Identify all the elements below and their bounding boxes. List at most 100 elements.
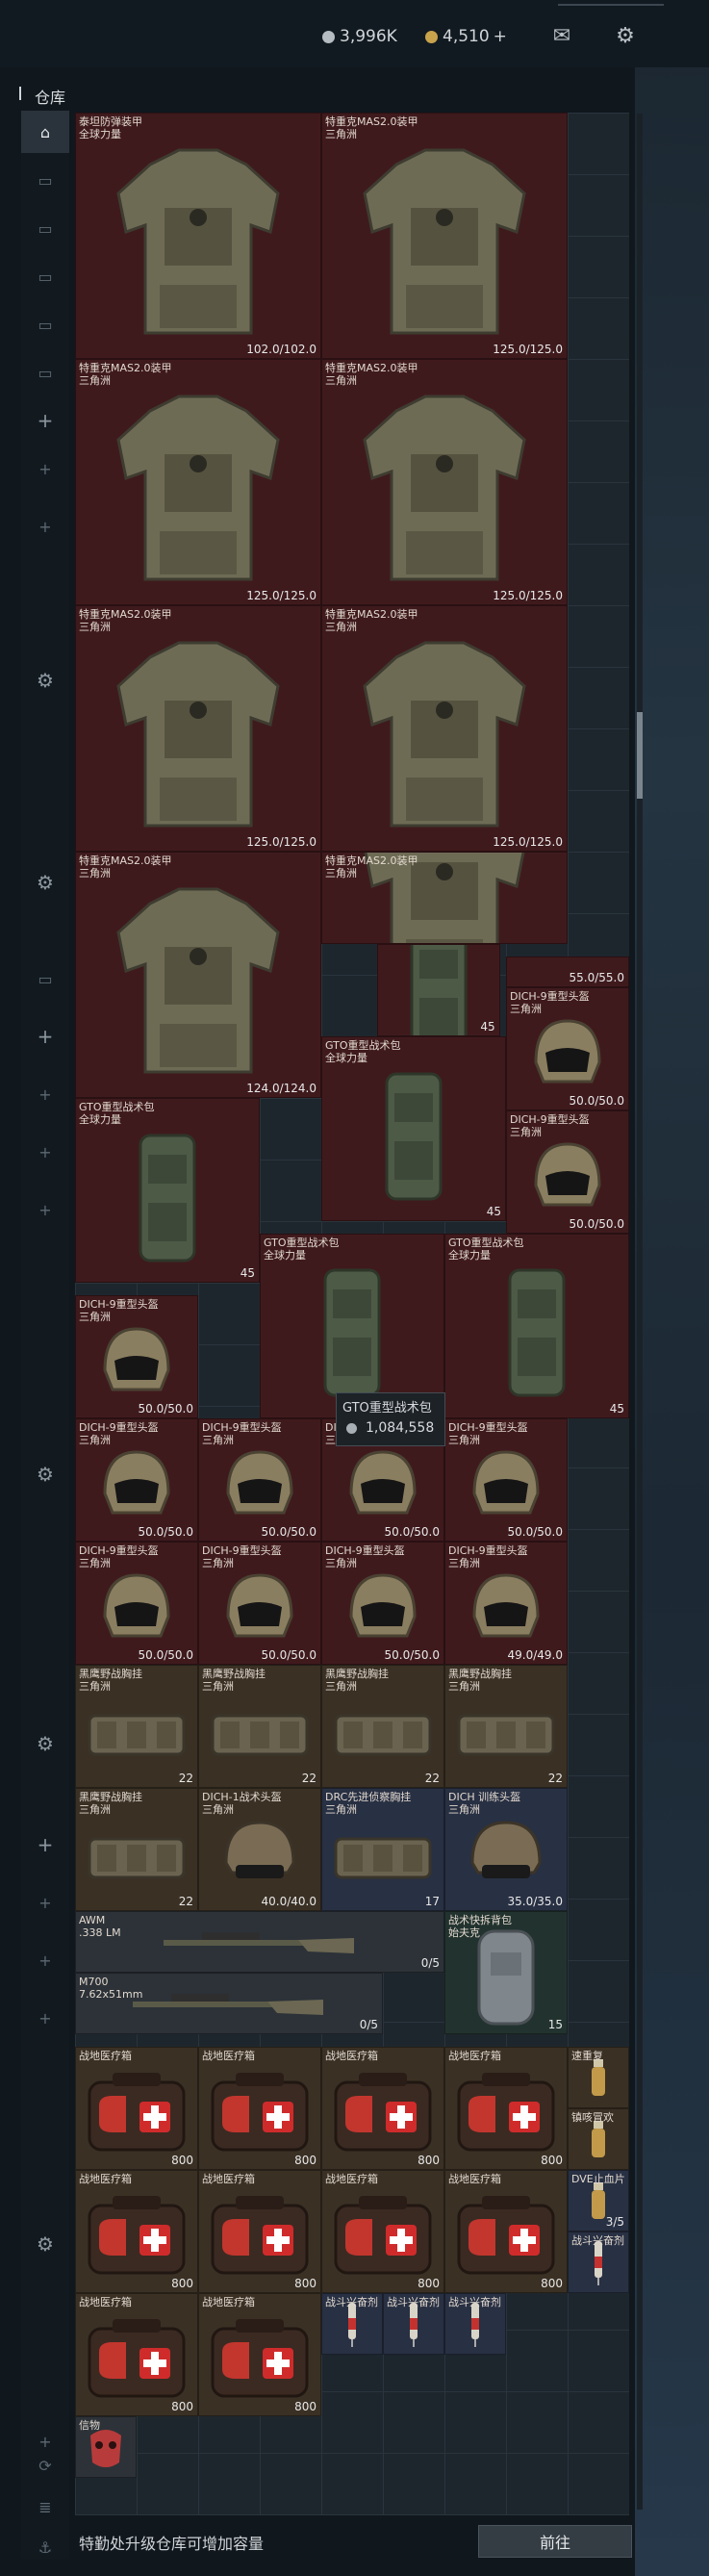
inventory-item[interactable]: DICH-9重型头盔 三角洲 50.0/50.0: [75, 1294, 198, 1418]
add-gold-button[interactable]: +: [494, 27, 507, 46]
tab-settings-icon[interactable]: ⚙: [21, 659, 69, 701]
item-name: 特重克MAS2.0装甲 三角洲: [79, 362, 172, 387]
item-name: 战地医疗箱: [79, 2172, 132, 2185]
item-value: 17: [424, 1894, 440, 1908]
sidebar-slot[interactable]: +: [21, 447, 69, 490]
item-value: 45: [486, 1205, 501, 1218]
inventory-item[interactable]: 黑鹰野战胸挂 三角洲 22: [444, 1664, 568, 1788]
inventory-item[interactable]: 黑鹰野战胸挂 三角洲 22: [75, 1664, 198, 1788]
inventory-item[interactable]: 特重克MAS2.0装甲 三角洲: [321, 852, 568, 944]
inventory-item[interactable]: GTO重型战术包 全球力量 45: [444, 1233, 629, 1418]
gear-icon[interactable]: ⚙: [612, 23, 639, 48]
inventory-item[interactable]: 战地医疗箱 800: [75, 2169, 198, 2293]
inventory-item[interactable]: GTO重型战术包 全球力量: [260, 1233, 444, 1418]
top-divider: [558, 4, 664, 6]
add-tab-button[interactable]: +: [21, 399, 69, 442]
inventory-item[interactable]: 战地医疗箱 800: [198, 2292, 321, 2416]
inventory-item[interactable]: 战地医疗箱 800: [75, 2046, 198, 2170]
item-value: 125.0/125.0: [493, 589, 563, 602]
item-name: 镇咳冒欢: [571, 2110, 614, 2124]
inventory-item[interactable]: DICH 训练头盔 三角洲 35.0/35.0: [444, 1787, 568, 1911]
inventory-item[interactable]: 战斗兴奋剂: [444, 2292, 506, 2355]
tab-settings-icon[interactable]: ⚙: [21, 861, 69, 904]
sidebar-slot[interactable]: +: [21, 1073, 69, 1115]
sidebar-tab-armor[interactable]: ▭: [21, 207, 69, 249]
inventory-item[interactable]: 战地医疗箱 800: [321, 2169, 444, 2293]
inventory-item[interactable]: DICH-9重型头盔 三角洲 50.0/50.0: [75, 1541, 198, 1665]
inventory-item[interactable]: DVE止血片 3/5: [568, 2169, 629, 2232]
inventory-item[interactable]: 镇咳冒欢: [568, 2107, 629, 2170]
item-name: DICH-9重型头盔 三角洲: [448, 1420, 528, 1446]
scrollbar[interactable]: [637, 114, 643, 2510]
sidebar-tab-all[interactable]: ⌂: [21, 111, 69, 153]
inventory-item[interactable]: DICH-9重型头盔 三角洲 50.0/50.0: [506, 986, 629, 1110]
inventory-item[interactable]: 泰坦防弹装甲 全球力量 102.0/102.0: [75, 113, 321, 359]
inventory-item[interactable]: 战地医疗箱 800: [444, 2046, 568, 2170]
add-tab-button[interactable]: +: [21, 1824, 69, 1866]
inventory-item[interactable]: DRC先进侦察胸挂 三角洲 17: [321, 1787, 444, 1911]
sidebar-slot[interactable]: +: [21, 1997, 69, 2039]
layers-icon[interactable]: ≣: [21, 2486, 69, 2528]
inventory-item[interactable]: 战地医疗箱 800: [75, 2292, 198, 2416]
inventory-item[interactable]: DICH-9重型头盔 三角洲 50.0/50.0: [198, 1541, 321, 1665]
anchor-icon[interactable]: ⚓: [21, 2526, 69, 2568]
inventory-item[interactable]: 战斗兴奋剂: [568, 2231, 629, 2293]
gold-currency[interactable]: 4,510 +: [425, 25, 507, 48]
inventory-item[interactable]: 特重克MAS2.0装甲 三角洲 124.0/124.0: [75, 852, 321, 1098]
inventory-item[interactable]: 45: [376, 944, 500, 1036]
mail-icon[interactable]: ✉: [548, 23, 575, 48]
inventory-item[interactable]: 战斗兴奋剂: [321, 2292, 383, 2355]
inventory-item[interactable]: 特重克MAS2.0装甲 三角洲 125.0/125.0: [321, 113, 568, 359]
sidebar-tab-misc[interactable]: ▭: [21, 351, 69, 394]
sort-icon[interactable]: ⟳: [21, 2444, 69, 2487]
inventory-item[interactable]: DICH-9重型头盔 三角洲 50.0/50.0: [321, 1541, 444, 1665]
inventory-item[interactable]: 黑鹰野战胸挂 三角洲 22: [75, 1787, 198, 1911]
inventory-item[interactable]: 特重克MAS2.0装甲 三角洲 125.0/125.0: [75, 605, 321, 852]
inventory-item[interactable]: DICH-9重型头盔 三角洲 50.0/50.0: [506, 1109, 629, 1234]
item-value: 35.0/35.0: [507, 1894, 563, 1908]
sidebar-slot[interactable]: +: [21, 1188, 69, 1231]
inventory-item[interactable]: DICH-1战术头盔 三角洲 40.0/40.0: [198, 1787, 321, 1911]
inventory-item[interactable]: 战地医疗箱 800: [198, 2046, 321, 2170]
inventory-item[interactable]: 特重克MAS2.0装甲 三角洲 125.0/125.0: [321, 359, 568, 605]
inventory-item[interactable]: 55.0/55.0: [506, 956, 629, 987]
sidebar-slot[interactable]: +: [21, 1881, 69, 1924]
inventory-item[interactable]: 战地医疗箱 800: [198, 2169, 321, 2293]
inventory-item[interactable]: AWM .338 LM 0/5: [75, 1910, 444, 1973]
inventory-item[interactable]: 战术快拆背包 始夫克 15: [444, 1910, 568, 2034]
inventory-item[interactable]: 战地医疗箱 800: [321, 2046, 444, 2170]
item-name: 黑鹰野战胸挂 三角洲: [202, 1667, 266, 1693]
warehouse-icon: ⌂: [39, 122, 51, 141]
add-tab-button[interactable]: +: [21, 1015, 69, 1058]
inventory-item[interactable]: 黑鹰野战胸挂 三角洲 22: [198, 1664, 321, 1788]
goto-button[interactable]: 前往: [478, 2525, 632, 2558]
item-value: 125.0/125.0: [246, 835, 317, 849]
inventory-item[interactable]: GTO重型战术包 全球力量 45: [321, 1036, 506, 1221]
sidebar-tab-custom[interactable]: ▭: [21, 957, 69, 1000]
inventory-item[interactable]: 信物: [75, 2415, 137, 2478]
inventory-item[interactable]: 战地医疗箱 800: [444, 2169, 568, 2293]
tab-settings-icon[interactable]: ⚙: [21, 1453, 69, 1495]
misc-icon: ▭: [38, 363, 53, 382]
inventory-item[interactable]: DICH-9重型头盔 三角洲 49.0/49.0: [444, 1541, 568, 1665]
inventory-item[interactable]: 速重复: [568, 2046, 629, 2108]
inventory-item[interactable]: GTO重型战术包 全球力量 45: [75, 1098, 260, 1283]
sidebar-slot[interactable]: +: [21, 1131, 69, 1173]
tab-settings-icon[interactable]: ⚙: [21, 1722, 69, 1765]
tab-settings-icon[interactable]: ⚙: [21, 2223, 69, 2265]
sidebar-slot[interactable]: +: [21, 1939, 69, 1981]
inventory-item[interactable]: 黑鹰野战胸挂 三角洲 22: [321, 1664, 444, 1788]
scrollbar-thumb[interactable]: [637, 712, 643, 799]
inventory-item[interactable]: DICH-9重型头盔 三角洲 50.0/50.0: [75, 1417, 198, 1542]
inventory-item[interactable]: DICH-9重型头盔 三角洲 50.0/50.0: [444, 1417, 568, 1542]
inventory-item[interactable]: 战斗兴奋剂: [383, 2292, 444, 2355]
bag-icon: ▭: [38, 315, 53, 334]
inventory-item[interactable]: DICH-9重型头盔 三角洲 50.0/50.0: [198, 1417, 321, 1542]
inventory-item[interactable]: 特重克MAS2.0装甲 三角洲 125.0/125.0: [321, 605, 568, 852]
sidebar-tab-gear[interactable]: ▭: [21, 255, 69, 297]
inventory-item[interactable]: 特重克MAS2.0装甲 三角洲 125.0/125.0: [75, 359, 321, 605]
sidebar-tab-weapons[interactable]: ▭: [21, 159, 69, 201]
sidebar-slot[interactable]: +: [21, 505, 69, 548]
sidebar-tab-bags[interactable]: ▭: [21, 303, 69, 345]
inventory-item[interactable]: M700 7.62x51mm 0/5: [75, 1972, 383, 2034]
